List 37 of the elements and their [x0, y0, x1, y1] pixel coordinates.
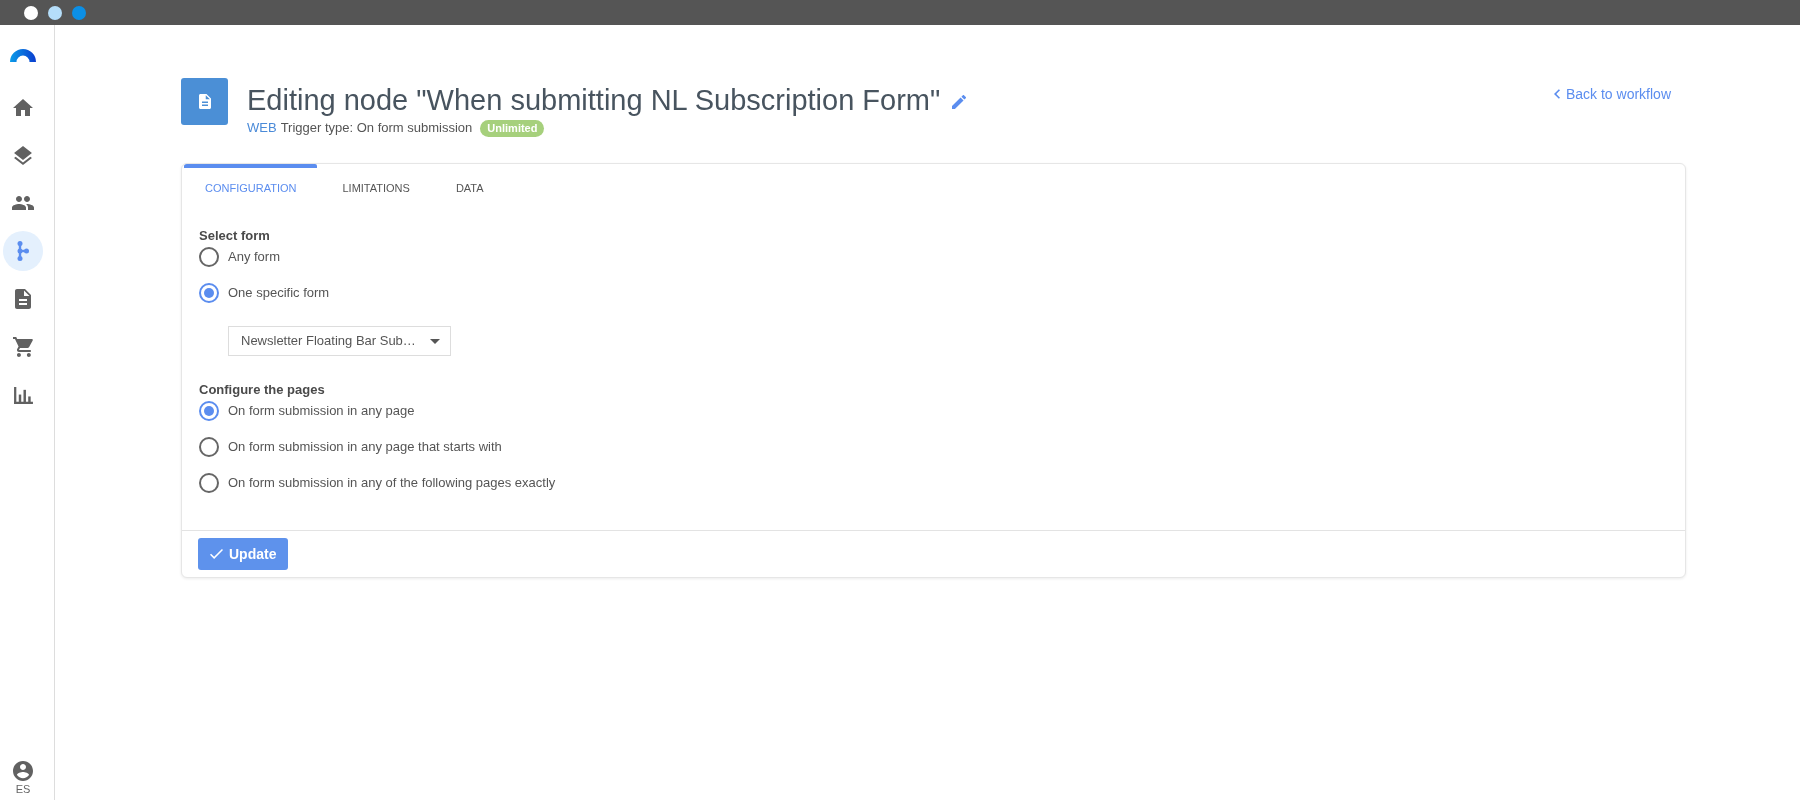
bar-chart-icon [13, 386, 33, 404]
radio-button[interactable] [199, 247, 219, 267]
window-control-icon[interactable] [24, 5, 38, 20]
window-control-icon[interactable] [48, 5, 62, 20]
channel-label: WEB [247, 119, 277, 138]
chevron-left-icon [1553, 89, 1560, 99]
branch-icon [17, 241, 29, 261]
document-icon [181, 78, 228, 125]
section-title: Select form [199, 228, 271, 244]
radio-button[interactable] [199, 283, 219, 303]
user-icon[interactable] [13, 761, 33, 781]
radio-label: On form submission in any of the following pages exactly [228, 474, 556, 493]
radio-label: On form submission in any page [228, 402, 415, 421]
language-label: ES [15, 783, 31, 796]
radio-button[interactable] [199, 437, 219, 457]
tab[interactable]: LIMITATIONS [321, 164, 431, 208]
logo-icon [10, 46, 36, 62]
radio-label: Any form [228, 248, 280, 267]
page-title: Editing node "When submitting NL Subscription Form" [247, 83, 941, 118]
people-icon [12, 196, 34, 210]
cart-icon [13, 337, 33, 357]
sidebar-nav-button[interactable] [3, 231, 43, 271]
radio-label: One specific form [228, 284, 330, 303]
home-icon [13, 98, 33, 116]
document-icon [15, 289, 31, 309]
tab[interactable]: DATA [434, 164, 505, 208]
status-badge: Unlimited [480, 119, 545, 137]
caret-icon [429, 338, 440, 344]
layers-icon [14, 145, 32, 165]
radio-button[interactable] [199, 401, 219, 421]
form-dropdown[interactable]: Newsletter Floating Bar Sub… [228, 326, 451, 356]
radio-label: On form submission in any page that starts with [228, 438, 502, 457]
pencil-icon[interactable] [952, 95, 967, 109]
radio-button[interactable] [199, 473, 219, 493]
trigger-type-text: Trigger type: On form submission [280, 119, 473, 138]
check-icon [210, 549, 223, 559]
section-title: Configure the pages [199, 382, 326, 398]
